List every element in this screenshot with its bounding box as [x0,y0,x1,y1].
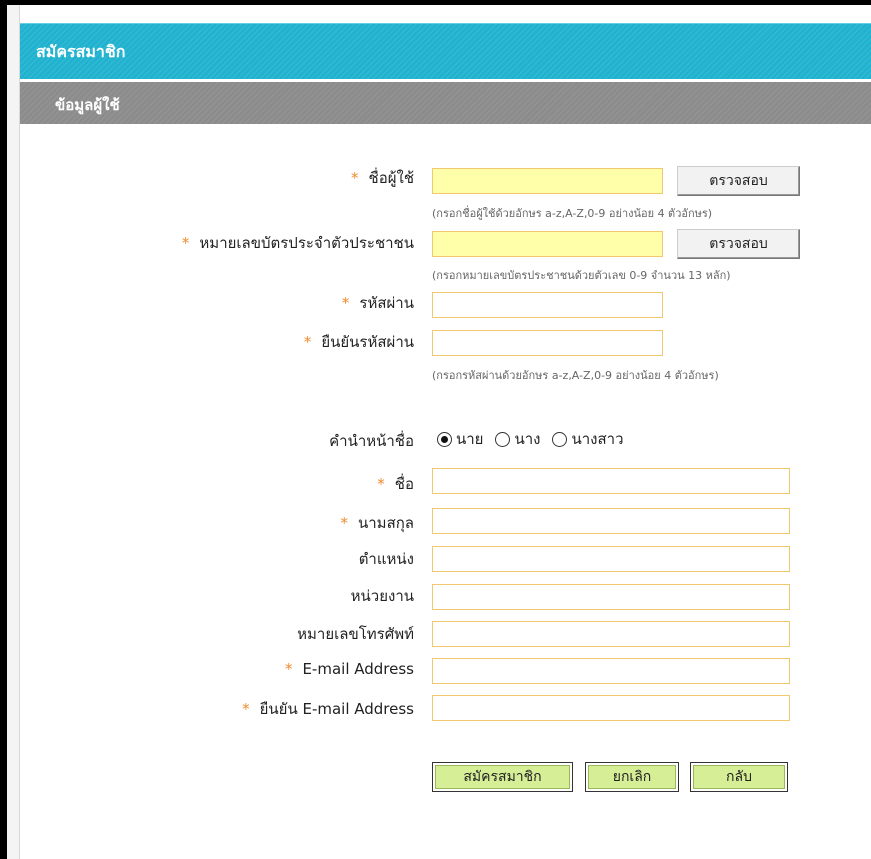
id-number-label: * หมายเลขบัตรประจำตัวประชาชน [181,234,414,252]
position-label: ตำแหน่ง [358,550,414,568]
required-mark: * [340,514,349,532]
required-mark: * [181,234,190,252]
last-name-label: * นามสกุล [340,514,415,532]
radio-empty-icon [495,431,511,447]
phone-label: หมายเลขโทรศัพท์ [297,625,414,643]
check-username-button[interactable]: ตรวจสอบ [677,166,800,196]
department-input[interactable] [432,584,790,610]
first-name-label: * ชื่อ [377,475,414,493]
username-input[interactable] [432,168,663,194]
page-left-gutter [7,5,20,859]
required-mark: * [377,475,385,493]
radio-miss[interactable]: นางสาว [552,427,624,451]
password-input[interactable] [432,292,663,318]
page-title: สมัครสมาชิก [36,42,126,61]
required-mark: * [341,294,350,312]
confirm-email-input[interactable] [432,695,790,721]
password-label: * รหัสผ่าน [341,294,414,312]
radio-mrs[interactable]: นาง [495,427,540,451]
required-mark: * [284,660,293,678]
username-label: * ชื่อผู้ใช้ [351,169,414,187]
radio-empty-icon [552,431,568,447]
required-mark: * [351,169,359,187]
confirm-email-label: * ยืนยัน E-mail Address [242,700,414,718]
first-name-input[interactable] [432,468,790,494]
cancel-button[interactable]: ยกเลิก [585,762,679,792]
submit-register-button[interactable]: สมัครสมาชิก [432,762,573,792]
email-label: * E-mail Address [284,660,414,678]
department-label: หน่วยงาน [350,587,414,605]
title-bar: สมัครสมาชิก [20,23,871,79]
confirm-password-input[interactable] [432,330,663,356]
back-button[interactable]: กลับ [690,762,788,792]
required-mark: * [303,333,312,351]
radio-mr[interactable]: นาย [437,427,483,451]
title-prefix-label: คำนำหน้าชื่อ [329,432,414,450]
check-id-number-button[interactable]: ตรวจสอบ [677,229,800,259]
section-header: ข้อมูลผู้ใช้ [20,82,871,124]
last-name-input[interactable] [432,508,790,534]
title-prefix-radio-group: นาย นาง นางสาว [437,428,636,450]
id-number-hint: (กรอกหมายเลขบัตรประชาชนด้วยตัวเลข 0-9 จำ… [432,269,731,282]
position-input[interactable] [432,546,790,572]
phone-input[interactable] [432,621,790,647]
required-mark: * [242,700,250,718]
section-title: ข้อมูลผู้ใช้ [55,96,120,114]
confirm-password-label: * ยืนยันรหัสผ่าน [303,333,414,351]
radio-selected-icon [437,431,452,447]
username-hint: (กรอกชื่อผู้ใช้ด้วยอักษร a-z,A-Z,0-9 อย่… [432,207,713,220]
window-left-border [0,0,7,859]
password-hint: (กรอกรหัสผ่านด้วยอักษร a-z,A-Z,0-9 อย่าง… [432,369,719,382]
email-input[interactable] [432,658,790,684]
id-number-input[interactable] [432,231,663,257]
